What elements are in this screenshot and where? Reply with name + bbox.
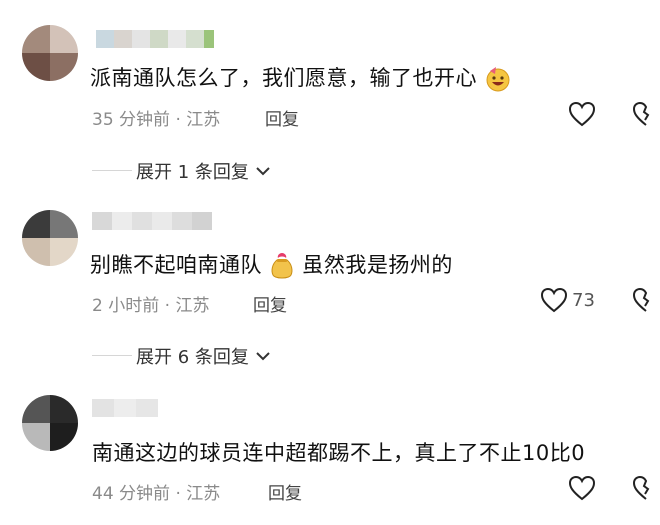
expand-replies-button[interactable]: 展开 1 条回复 (136, 158, 271, 184)
comment-meta: 2 小时前 · 江苏 (92, 296, 210, 316)
comment-text: 别瞧不起咱南通队 虽然我是扬州的 (90, 249, 453, 281)
username-blurred[interactable] (96, 30, 214, 48)
comment-2: 别瞧不起咱南通队 虽然我是扬州的 2 小时前 · 江苏 回复 73 展开 6 条… (0, 200, 660, 385)
comment-meta: 44 分钟前 · 江苏 (92, 484, 221, 504)
like-count: 73 (572, 290, 595, 311)
expand-replies-button[interactable]: 展开 6 条回复 (136, 343, 271, 369)
comment-text: 派南通队怎么了，我们愿意，输了也开心 (90, 62, 512, 93)
expand-divider (92, 355, 132, 356)
expand-divider (92, 170, 132, 171)
comment-1: 派南通队怎么了，我们愿意，输了也开心 35 分钟前 · 江苏 回复 展开 1 条… (0, 0, 660, 200)
dislike-heart-icon[interactable] (632, 287, 660, 313)
reply-button[interactable]: 回复 (253, 291, 287, 316)
grinning-face-with-party-icon (486, 67, 510, 92)
avatar[interactable] (22, 210, 78, 266)
avatar[interactable] (22, 395, 78, 451)
chevron-down-icon (256, 167, 270, 176)
username-blurred[interactable] (92, 212, 212, 230)
username-blurred[interactable] (92, 399, 158, 417)
chevron-down-icon (256, 352, 270, 361)
like-heart-icon[interactable] (540, 287, 568, 313)
like-heart-icon[interactable] (568, 475, 596, 501)
comment-meta: 35 分钟前 · 江苏 (92, 110, 221, 130)
comment-3: 南通这边的球员连中超都踢不上，真上了不止10比0 44 分钟前 · 江苏 回复 (0, 385, 660, 525)
like-heart-icon[interactable] (568, 101, 596, 127)
money-bag-heart-icon (271, 253, 293, 279)
comment-text: 南通这边的球员连中超都踢不上，真上了不止10比0 (92, 441, 586, 465)
dislike-heart-icon[interactable] (632, 101, 660, 127)
avatar[interactable] (22, 25, 78, 81)
reply-button[interactable]: 回复 (268, 479, 302, 504)
reply-button[interactable]: 回复 (265, 105, 299, 130)
dislike-heart-icon[interactable] (632, 475, 660, 501)
